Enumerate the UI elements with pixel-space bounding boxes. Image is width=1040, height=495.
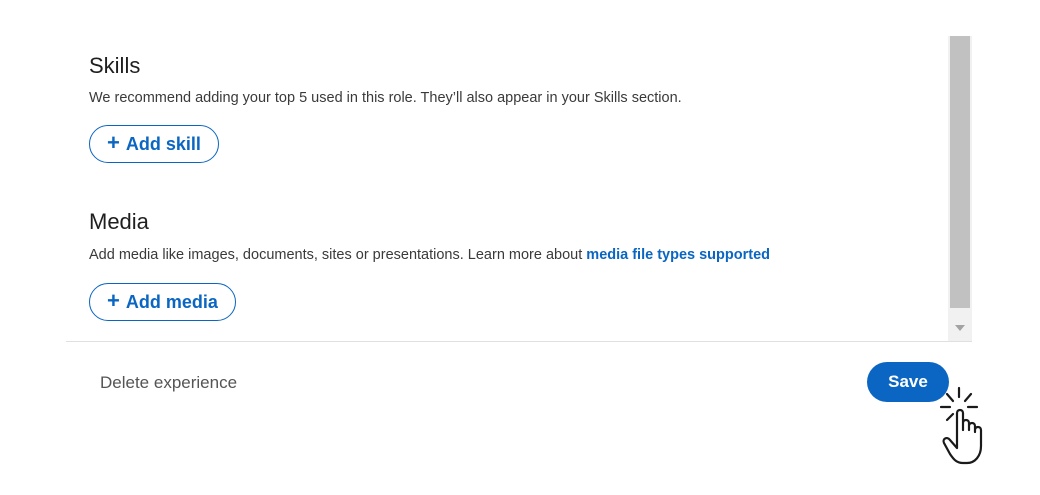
delete-experience-button[interactable]: Delete experience xyxy=(86,366,251,400)
add-media-button[interactable]: + Add media xyxy=(89,283,236,321)
add-skill-button[interactable]: + Add skill xyxy=(89,125,219,163)
hand-pointer-click-icon xyxy=(939,386,983,465)
media-file-types-link[interactable]: media file types supported xyxy=(586,247,770,263)
plus-icon: + xyxy=(107,130,120,155)
footer-divider xyxy=(66,341,972,342)
edit-experience-modal: Skills We recommend adding your top 5 us… xyxy=(0,0,1040,495)
modal-scroll-content: Skills We recommend adding your top 5 us… xyxy=(66,36,946,341)
plus-icon: + xyxy=(107,288,120,313)
media-section-description: Add media like images, documents, sites … xyxy=(89,246,770,264)
scrollbar-thumb[interactable] xyxy=(950,36,970,308)
scrollbar[interactable] xyxy=(948,36,972,341)
save-button[interactable]: Save xyxy=(867,362,949,402)
skills-section-title: Skills xyxy=(89,53,141,78)
media-description-text: Add media like images, documents, sites … xyxy=(89,247,587,263)
media-section-title: Media xyxy=(89,209,149,234)
skills-section-description: We recommend adding your top 5 used in t… xyxy=(89,90,682,106)
scroll-down-arrow-icon[interactable] xyxy=(955,325,965,331)
add-media-button-label: Add media xyxy=(125,291,218,312)
add-skill-button-label: Add skill xyxy=(125,133,201,154)
